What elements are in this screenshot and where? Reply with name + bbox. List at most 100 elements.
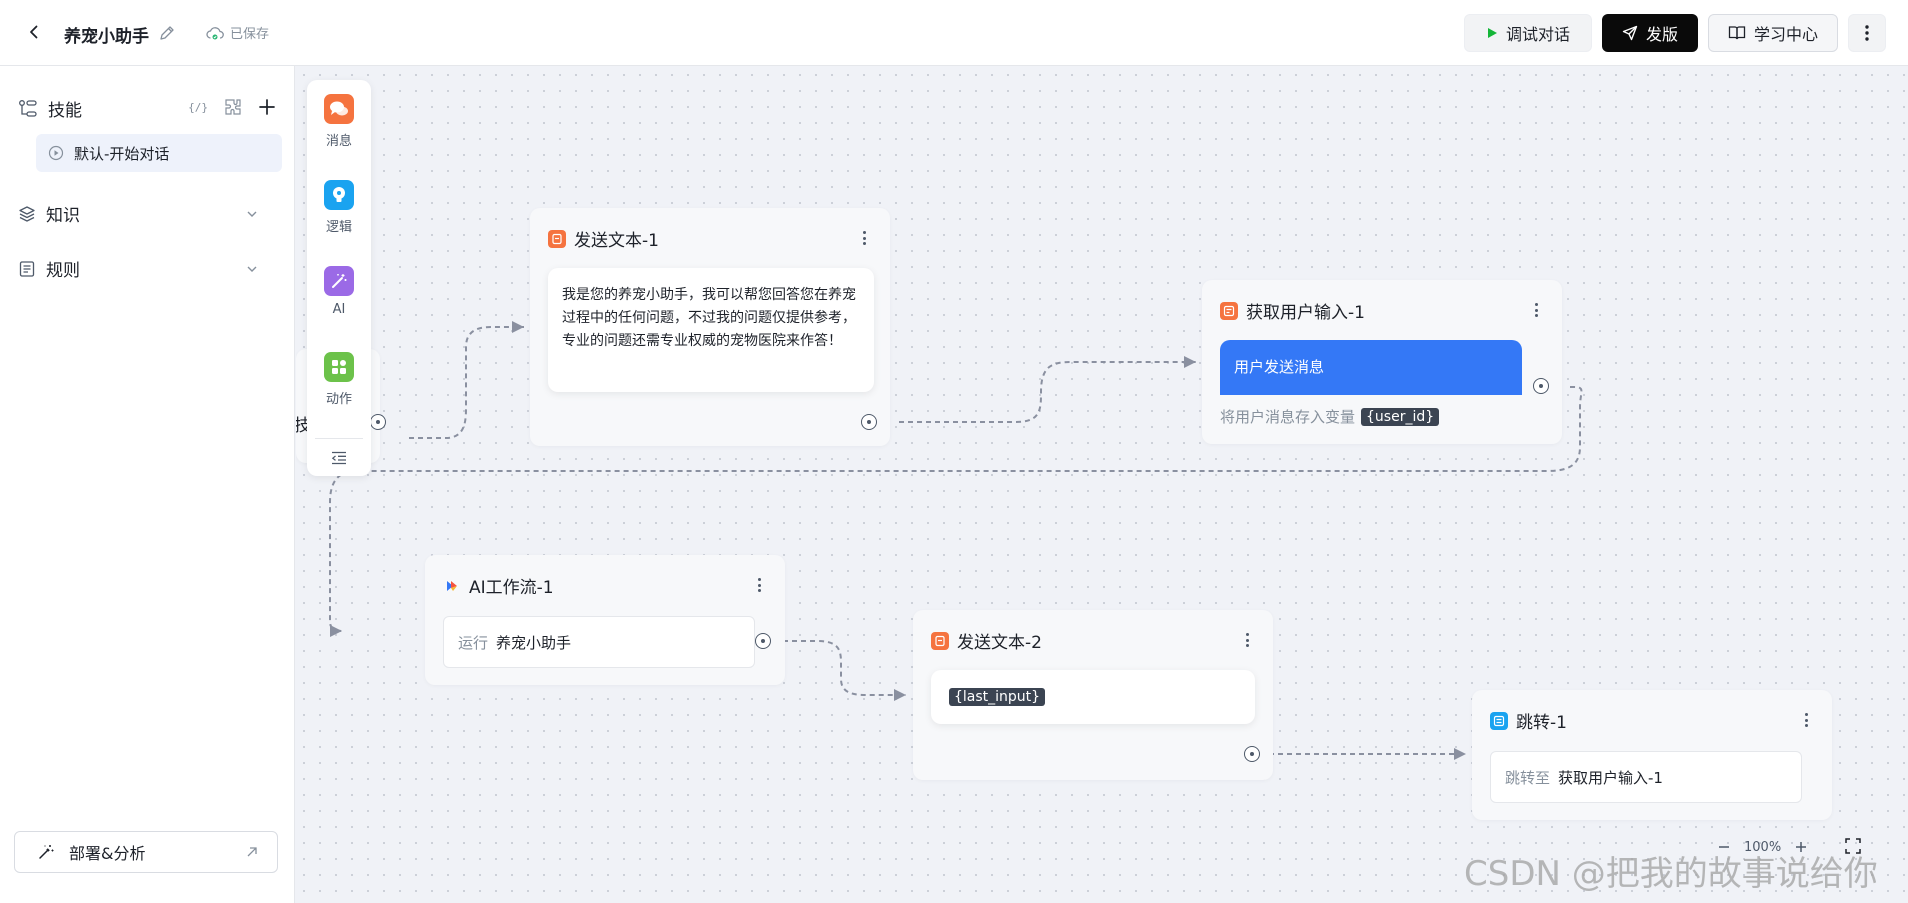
layers-icon — [19, 205, 35, 222]
palette-collapse-button[interactable] — [327, 447, 351, 469]
node-output-port[interactable] — [1533, 378, 1549, 394]
palette-label-action: 动作 — [325, 392, 352, 407]
node-header: 跳转-1 — [1490, 708, 1567, 733]
node-menu-button[interactable] — [755, 575, 763, 595]
knowledge-section-header[interactable]: 知识 — [18, 201, 280, 226]
node-output-port[interactable] — [861, 414, 877, 430]
node-title: AI工作流-1 — [469, 578, 554, 598]
node-header: 发送文本-1 — [548, 226, 659, 251]
debug-chat-button[interactable]: 调试对话 — [1464, 14, 1592, 52]
palette-item-logic[interactable]: 逻辑 — [307, 180, 371, 235]
outdent-icon — [331, 451, 346, 465]
run-target: 养宠小助手 — [496, 633, 572, 652]
ai-workflow-icon — [443, 577, 461, 595]
logic-icon — [324, 180, 354, 210]
edit-title-button[interactable] — [158, 24, 176, 42]
skills-section-header[interactable]: 技能 — [18, 96, 82, 121]
chevron-left-icon — [30, 25, 38, 39]
top-bar: 养宠小助手 已保存 调试对话 发版 学习中心 — [0, 0, 1908, 66]
user-message-bubble[interactable]: 用户发送消息 — [1220, 340, 1522, 395]
store-variable-row: 将用户消息存入变量 {user_id} — [1220, 406, 1440, 427]
store-variable-label: 将用户消息存入变量 — [1220, 408, 1356, 426]
jump-target-field[interactable]: 跳转至 获取用户输入-1 — [1490, 751, 1802, 803]
cloud-saved-icon — [206, 26, 224, 39]
send-icon — [1622, 25, 1638, 41]
message-bubble[interactable]: 我是您的养宠小助手，我可以帮您回答您在养宠过程中的任何问题，不过我的问题仅提供参… — [548, 268, 874, 392]
variable-chip[interactable]: {user_id} — [1361, 407, 1440, 426]
arrow-up-right-icon — [247, 847, 257, 857]
publish-button[interactable]: 发版 — [1602, 14, 1698, 52]
user-input-icon — [1220, 301, 1238, 320]
node-title: 发送文本-1 — [574, 231, 659, 251]
palette-item-message[interactable]: 消息 — [307, 94, 371, 149]
add-skill-icon[interactable] — [258, 98, 276, 116]
node-jump-1[interactable]: 跳转-1 跳转至 获取用户输入-1 — [1472, 690, 1832, 820]
play-icon — [1487, 28, 1497, 38]
learning-center-button[interactable]: 学习中心 — [1708, 14, 1838, 52]
knowledge-label: 知识 — [46, 206, 80, 226]
app-title: 养宠小助手 — [64, 27, 149, 47]
document-list-icon — [19, 260, 35, 277]
palette-divider — [315, 438, 363, 439]
node-menu-button[interactable] — [1802, 710, 1810, 730]
node-title: 发送文本-2 — [957, 633, 1042, 653]
palette-item-ai[interactable]: AI — [307, 266, 371, 317]
send-text-icon — [548, 229, 566, 248]
more-vertical-icon — [1865, 25, 1869, 41]
send-text-icon — [931, 631, 949, 650]
back-button[interactable] — [22, 20, 46, 44]
node-header: 发送文本-2 — [931, 628, 1042, 653]
node-send-text-1[interactable]: 发送文本-1 我是您的养宠小助手，我可以帮您回答您在养宠过程中的任何问题，不过我… — [530, 208, 890, 446]
chevron-down-icon — [247, 266, 257, 272]
palette-item-action[interactable]: 动作 — [307, 352, 371, 407]
palette-label-logic: 逻辑 — [325, 220, 352, 235]
node-menu-button[interactable] — [860, 228, 868, 248]
message-icon — [324, 94, 354, 124]
flow-canvas[interactable]: 技 消息 逻辑 AI 动作 发送文本-1 我是您的养宠小助手，我可以帮您回答您在… — [296, 67, 1908, 903]
debug-chat-label: 调试对话 — [1505, 25, 1570, 44]
node-header: 获取用户输入-1 — [1220, 298, 1365, 323]
ai-wand-icon — [324, 266, 354, 296]
rules-label: 规则 — [46, 261, 80, 281]
learning-center-label: 学习中心 — [1753, 25, 1818, 44]
skill-tree-icon — [19, 99, 37, 117]
node-get-user-input-1[interactable]: 获取用户输入-1 用户发送消息 将用户消息存入变量 {user_id} — [1202, 280, 1562, 444]
publish-label: 发版 — [1645, 25, 1678, 44]
rules-section-header[interactable]: 规则 — [18, 256, 280, 281]
edge-send1-to-input — [899, 356, 1196, 423]
node-output-port[interactable] — [1244, 746, 1260, 762]
code-variable-button[interactable]: {/} — [188, 101, 208, 114]
node-header: AI工作流-1 — [443, 573, 554, 598]
save-status-label: 已保存 — [230, 27, 270, 42]
save-status: 已保存 — [206, 23, 269, 42]
node-menu-button[interactable] — [1243, 630, 1251, 650]
node-ai-workflow-1[interactable]: AI工作流-1 运行 养宠小助手 — [425, 555, 785, 685]
deploy-analytics-button[interactable]: 部署&分析 — [14, 831, 278, 873]
run-workflow-field[interactable]: 运行 养宠小助手 — [443, 616, 755, 668]
skills-toolbar: {/} — [188, 98, 276, 116]
deploy-analytics-label: 部署&分析 — [69, 844, 146, 863]
edge-ai-to-send2 — [783, 640, 906, 701]
message-bubble[interactable]: {last_input} — [931, 670, 1255, 724]
start-node-output-port[interactable] — [370, 414, 386, 430]
skills-label: 技能 — [48, 101, 82, 121]
magic-wand-icon — [39, 845, 54, 859]
variable-chip[interactable]: {last_input} — [949, 688, 1046, 706]
edge-start-to-send1 — [409, 321, 524, 439]
node-output-port[interactable] — [755, 633, 771, 649]
plugin-icon[interactable] — [224, 98, 242, 116]
flow-item-default[interactable]: 默认-开始对话 — [36, 134, 282, 172]
node-menu-button[interactable] — [1532, 300, 1540, 320]
node-send-text-2[interactable]: 发送文本-2 {last_input} — [913, 610, 1273, 780]
book-icon — [1728, 26, 1746, 40]
pencil-icon — [160, 26, 174, 40]
play-circle-icon — [48, 145, 64, 161]
node-title: 跳转-1 — [1516, 713, 1567, 733]
left-sidebar: 技能 {/} 默认-开始对话 知识 规则 部署&分析 — [0, 66, 295, 903]
jump-icon — [1490, 711, 1508, 730]
watermark: CSDN @把我的故事说给你 — [1464, 854, 1878, 894]
more-menu-button[interactable] — [1848, 14, 1886, 52]
run-label: 运行 — [458, 633, 489, 652]
palette-label-ai: AI — [332, 302, 346, 317]
node-title: 获取用户输入-1 — [1246, 303, 1365, 323]
